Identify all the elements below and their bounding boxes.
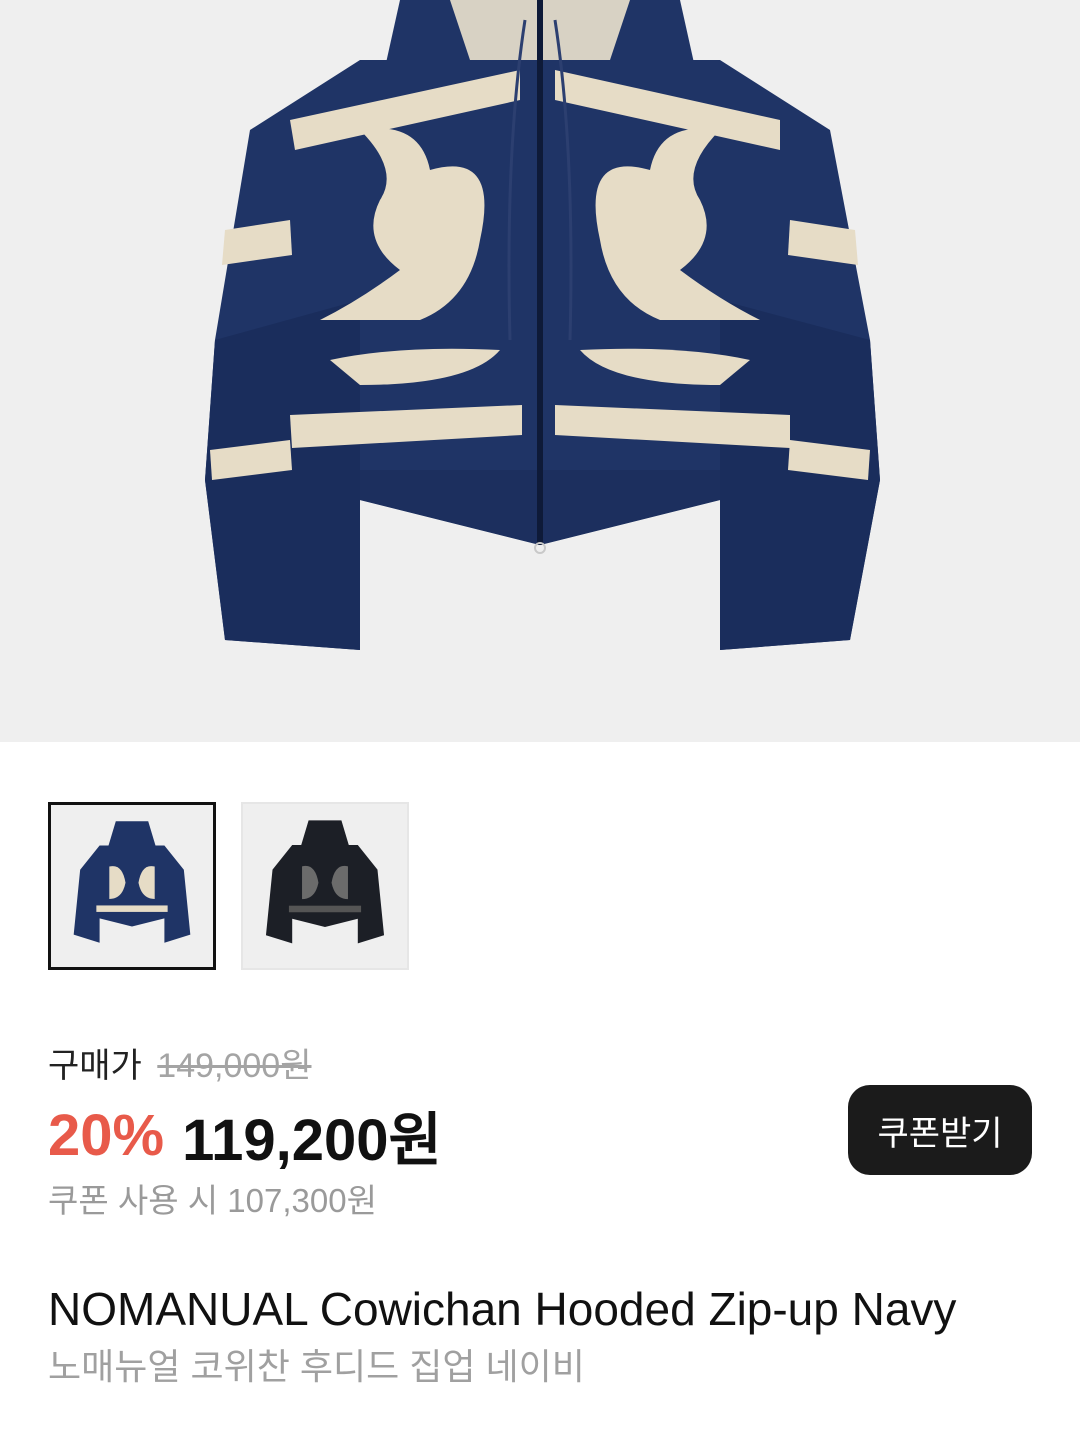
get-coupon-button[interactable]: 쿠폰받기 <box>848 1085 1032 1175</box>
original-price: 149,000원 <box>157 1047 312 1085</box>
thumbnail-strip <box>48 802 409 970</box>
product-title-section: NOMANUAL Cowichan Hooded Zip-up Navy 노매뉴… <box>48 1280 1032 1392</box>
sale-price: 119,200원 <box>182 1108 442 1173</box>
thumbnail-navy[interactable] <box>48 802 216 970</box>
product-main-image[interactable] <box>0 0 1080 742</box>
sweater-illustration <box>205 0 880 650</box>
discount-rate: 20% <box>48 1102 165 1168</box>
product-title: NOMANUAL Cowichan Hooded Zip-up Navy <box>48 1283 957 1335</box>
thumbnail-navy-image <box>73 821 191 943</box>
coupon-price: 쿠폰 사용 시 107,300원 <box>48 1182 377 1219</box>
product-title-korean: 노매뉴얼 코위찬 후디드 집업 네이비 <box>48 1346 585 1387</box>
price-label-row: 구매가 149,000원 <box>48 1042 1032 1090</box>
price-section: 구매가 149,000원 20% 119,200원 쿠폰 사용 시 107,30… <box>48 1042 1032 1226</box>
price-label: 구매가 <box>48 1047 142 1085</box>
thumbnail-black-image <box>265 820 385 944</box>
thumbnail-black[interactable] <box>241 802 409 970</box>
